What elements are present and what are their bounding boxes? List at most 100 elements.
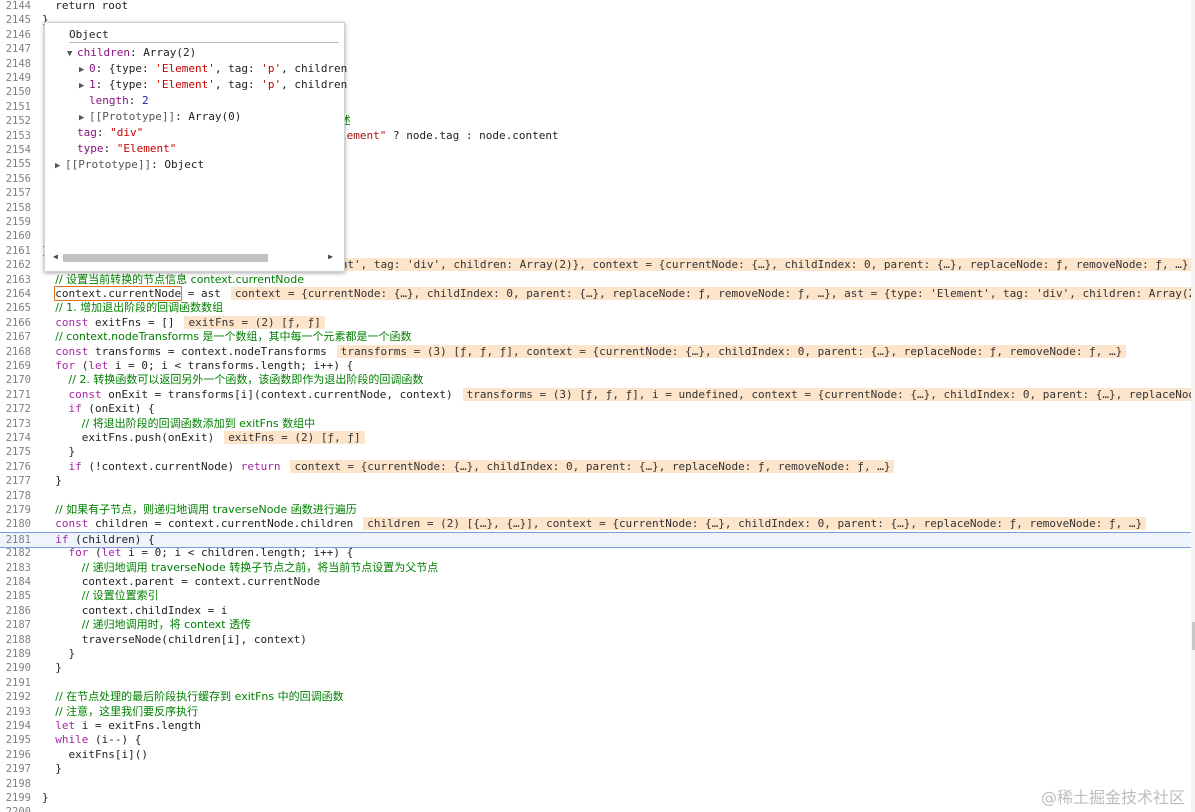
collapsed-triangle-icon[interactable]: ▶ (55, 158, 65, 174)
popover-scroll-thumb[interactable] (63, 254, 268, 262)
code-line[interactable]: 2186 context.childIndex = i (0, 604, 1191, 618)
hovered-expression[interactable]: context.currentNode (54, 286, 183, 301)
code-line[interactable]: 2144 return root (0, 0, 1191, 13)
collapsed-triangle-icon[interactable]: ▶ (79, 62, 89, 78)
code-line[interactable]: 2200 (0, 805, 1191, 812)
expanded-triangle-icon[interactable]: ▼ (67, 46, 77, 62)
line-number[interactable]: 2168 (0, 345, 31, 359)
code-line[interactable]: 2194 let i = exitFns.length (0, 719, 1191, 733)
line-number[interactable]: 2195 (0, 733, 31, 747)
line-number[interactable]: 2176 (0, 460, 31, 474)
popover-property-row[interactable]: ▼ children: Array(2) (67, 45, 196, 61)
line-number[interactable]: 2170 (0, 373, 31, 387)
line-number[interactable]: 2148 (0, 57, 31, 71)
popover-property-row[interactable]: ▶ [[Prototype]]: Object (55, 157, 204, 173)
line-number[interactable]: 2178 (0, 489, 31, 503)
code-line[interactable]: 2176 if (!context.currentNode) return con… (0, 459, 1191, 474)
line-number[interactable]: 2183 (0, 561, 31, 575)
line-number[interactable]: 2194 (0, 719, 31, 733)
line-number[interactable]: 2180 (0, 517, 31, 531)
line-number[interactable]: 2187 (0, 618, 31, 632)
line-number[interactable]: 2146 (0, 28, 31, 42)
line-number[interactable]: 2185 (0, 589, 31, 603)
line-number[interactable]: 2151 (0, 100, 31, 114)
code-line[interactable]: 2182 for (let i = 0; i < children.length… (0, 546, 1191, 560)
line-number[interactable]: 2198 (0, 777, 31, 791)
code-line[interactable]: 2179 // 如果有子节点，则递归地调用 traverseNode 函数进行遍… (0, 503, 1191, 517)
line-number[interactable]: 2162 (0, 258, 31, 272)
line-number[interactable]: 2181 (0, 533, 31, 547)
line-number[interactable]: 2177 (0, 474, 31, 488)
popover-horizontal-scrollbar[interactable]: ◀ ▶ (53, 252, 333, 263)
line-number[interactable]: 2169 (0, 359, 31, 373)
line-number[interactable]: 2191 (0, 676, 31, 690)
code-line[interactable]: 2185 // 设置位置索引 (0, 589, 1191, 603)
code-line[interactable]: 2163 // 设置当前转换的节点信息 context.currentNode (0, 273, 1191, 287)
code-line[interactable]: 2197 } (0, 762, 1191, 776)
line-number[interactable]: 2172 (0, 402, 31, 416)
line-number[interactable]: 2182 (0, 546, 31, 560)
code-line[interactable]: 2192 // 在节点处理的最后阶段执行缓存到 exitFns 中的回调函数 (0, 690, 1191, 704)
popover-property-row[interactable]: ▶ [[Prototype]]: Array(0) (79, 109, 241, 125)
code-line[interactable]: 2169 for (let i = 0; i < transforms.leng… (0, 359, 1191, 373)
code-line[interactable]: 2180 const children = context.currentNod… (0, 517, 1191, 531)
code-line[interactable]: 2187 // 递归地调用时，将 context 透传 (0, 618, 1191, 632)
code-line[interactable]: 2173 // 将退出阶段的回调函数添加到 exitFns 数组中 (0, 417, 1191, 431)
line-number[interactable]: 2175 (0, 445, 31, 459)
line-number[interactable]: 2165 (0, 301, 31, 315)
line-number[interactable]: 2156 (0, 172, 31, 186)
code-line[interactable]: 2195 while (i--) { (0, 733, 1191, 747)
line-number[interactable]: 2144 (0, 0, 31, 13)
code-line[interactable]: 2188 traverseNode(children[i], context) (0, 633, 1191, 647)
line-number[interactable]: 2192 (0, 690, 31, 704)
line-number[interactable]: 2179 (0, 503, 31, 517)
code-line[interactable]: 2189 } (0, 647, 1191, 661)
line-number[interactable]: 2200 (0, 805, 31, 812)
code-line[interactable]: 2196 exitFns[i]() (0, 748, 1191, 762)
line-number[interactable]: 2189 (0, 647, 31, 661)
line-number[interactable]: 2154 (0, 143, 31, 157)
line-number[interactable]: 2145 (0, 13, 31, 27)
line-number[interactable]: 2199 (0, 791, 31, 805)
popover-property-row[interactable]: ▶ 1: {type: 'Element', tag: 'p', children (79, 77, 347, 93)
code-line[interactable]: 2164 context.currentNode = ast context = … (0, 286, 1191, 301)
scroll-right-icon[interactable]: ▶ (328, 252, 333, 261)
collapsed-triangle-icon[interactable]: ▶ (79, 110, 89, 126)
line-number[interactable]: 2173 (0, 417, 31, 431)
line-number[interactable]: 2184 (0, 575, 31, 589)
code-line[interactable]: 2191 (0, 676, 1191, 690)
line-number[interactable]: 2161 (0, 244, 31, 258)
code-line[interactable]: 2184 context.parent = context.currentNod… (0, 575, 1191, 589)
code-line[interactable]: 2193 // 注意，这里我们要反序执行 (0, 705, 1191, 719)
line-number[interactable]: 2197 (0, 762, 31, 776)
code-line[interactable]: 2166 const exitFns = [] exitFns = (2) [ƒ,… (0, 315, 1191, 330)
line-number[interactable]: 2149 (0, 71, 31, 85)
line-number[interactable]: 2164 (0, 287, 31, 301)
collapsed-triangle-icon[interactable]: ▶ (79, 78, 89, 94)
line-number[interactable]: 2163 (0, 273, 31, 287)
code-line[interactable]: 2177 } (0, 474, 1191, 488)
line-number[interactable]: 2159 (0, 215, 31, 229)
scroll-left-icon[interactable]: ◀ (53, 252, 58, 261)
line-number[interactable]: 2171 (0, 388, 31, 402)
code-line[interactable]: 2168 const transforms = context.nodeTran… (0, 344, 1191, 359)
line-number[interactable]: 2150 (0, 85, 31, 99)
code-line[interactable]: 2165 // 1. 增加退出阶段的回调函数数组 (0, 301, 1191, 315)
line-number[interactable]: 2147 (0, 42, 31, 56)
code-line[interactable]: 2190 } (0, 661, 1191, 675)
line-number[interactable]: 2174 (0, 431, 31, 445)
code-line[interactable]: 2183 // 递归地调用 traverseNode 转换子节点之前，将当前节点… (0, 561, 1191, 575)
line-number[interactable]: 2167 (0, 330, 31, 344)
line-number[interactable]: 2193 (0, 705, 31, 719)
line-number[interactable]: 2160 (0, 229, 31, 243)
line-number[interactable]: 2158 (0, 201, 31, 215)
code-line[interactable]: 2171 const onExit = transforms[i](contex… (0, 387, 1191, 402)
line-number[interactable]: 2186 (0, 604, 31, 618)
code-line[interactable]: 2174 exitFns.push(onExit) exitFns = (2) [… (0, 431, 1191, 445)
line-number[interactable]: 2157 (0, 186, 31, 200)
code-line[interactable]: 2198 (0, 777, 1191, 791)
line-number[interactable]: 2166 (0, 316, 31, 330)
code-line[interactable]: 2167 // context.nodeTransforms 是一个数组，其中每… (0, 330, 1191, 344)
line-number[interactable]: 2155 (0, 157, 31, 171)
line-number[interactable]: 2152 (0, 114, 31, 128)
